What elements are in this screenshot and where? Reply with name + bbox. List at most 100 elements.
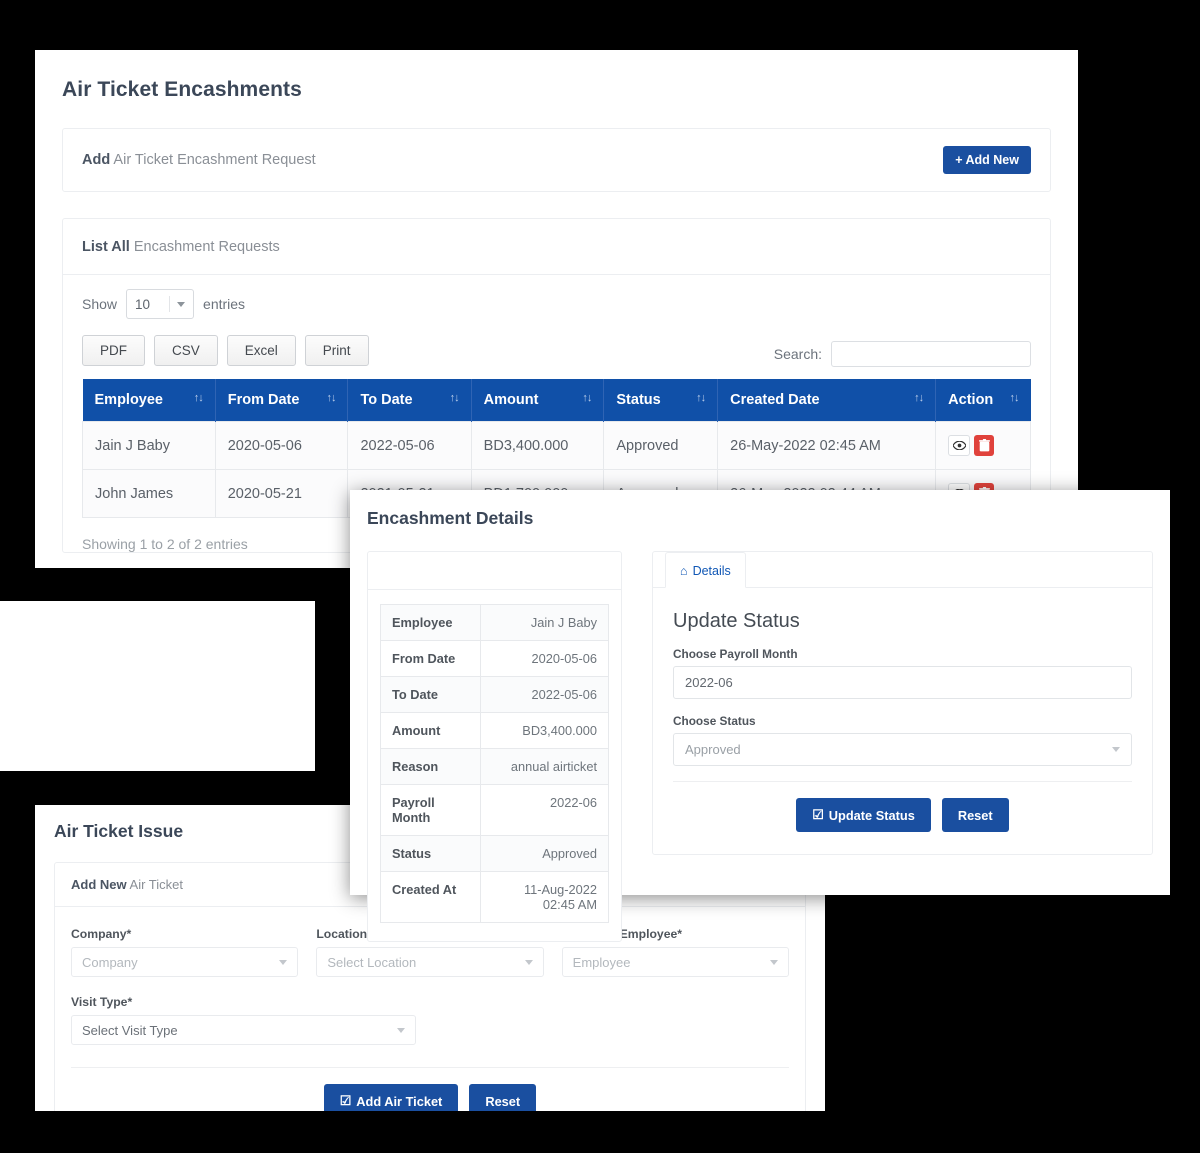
delete-icon[interactable] <box>974 435 995 456</box>
search-label: Search: <box>773 346 822 362</box>
encashment-details-modal: Encashment Details Employee Jain J Baby … <box>350 490 1170 942</box>
issue-label-rest: Air Ticket <box>129 877 183 892</box>
cell-to-date: 2022-05-06 <box>347 421 472 470</box>
col-created-date[interactable]: Created Date ↑↓ <box>717 379 937 422</box>
table-header-row: Employee ↑↓ From Date ↑↓ To Date ↑↓ Amount ↑… <box>82 379 1031 422</box>
update-status-button[interactable]: ☑ Update Status <box>796 798 931 832</box>
update-status-label: Update Status <box>828 807 915 823</box>
col-to-date[interactable]: To Date ↑↓ <box>347 379 472 422</box>
cell-from-date: 2020-05-21 <box>214 469 349 518</box>
add-new-button[interactable]: + Add New <box>943 146 1031 174</box>
field-company: Company* Company <box>71 927 299 977</box>
sort-icon: ↑↓ <box>449 392 460 404</box>
visit-type-select[interactable]: Select Visit Type <box>71 1015 416 1045</box>
kv-value: BD3,400.000 <box>480 712 609 749</box>
cell-employee: Jain J Baby <box>82 421 216 470</box>
kv-key: Amount <box>379 712 482 749</box>
cell-created-date: 26-May-2022 02:45 AM <box>717 421 937 470</box>
table-row: Amount BD3,400.000 <box>379 712 609 749</box>
chevron-down-icon <box>396 1027 405 1033</box>
kv-key: Created At <box>379 871 482 923</box>
company-select[interactable]: Company <box>71 947 299 977</box>
field-visit-type: Visit Type* Select Visit Type <box>71 995 416 1045</box>
cell-from-date: 2020-05-06 <box>214 421 349 470</box>
details-summary-header <box>368 552 621 590</box>
search-input[interactable] <box>831 341 1031 367</box>
cell-employee: John James <box>82 469 216 518</box>
page-title: Air Ticket Encashments <box>62 78 302 101</box>
table-head: Employee ↑↓ From Date ↑↓ To Date ↑↓ Amount ↑… <box>82 379 1031 422</box>
col-status[interactable]: Status ↑↓ <box>603 379 719 422</box>
kv-key: Reason <box>379 748 482 785</box>
sort-icon: ↑↓ <box>696 392 706 404</box>
add-label-bold: Add <box>82 152 111 168</box>
tab-details[interactable]: ⌂ Details <box>665 552 746 588</box>
cell-action <box>935 421 1031 470</box>
locations-select[interactable]: Select Location <box>316 947 544 977</box>
blank-white-block <box>0 601 315 771</box>
locations-value: Select Location <box>327 954 417 970</box>
kv-value: Jain J Baby <box>480 604 609 641</box>
occluder <box>0 0 1200 50</box>
update-status-form: Update Status Choose Payroll Month 2022-… <box>653 588 1152 854</box>
issue-label-bold: Add New <box>71 877 127 892</box>
page-length-select[interactable]: 10 <box>126 289 195 319</box>
visit-type-label: Visit Type* <box>71 995 133 1009</box>
details-title: Encashment Details <box>367 508 534 528</box>
export-pdf-button[interactable]: PDF <box>82 335 145 366</box>
kv-key: To Date <box>379 676 482 713</box>
col-employee[interactable]: Employee ↑↓ <box>82 379 216 422</box>
table-row: To Date 2022-05-06 <box>379 676 609 713</box>
col-action[interactable]: Action ↑↓ <box>935 379 1031 422</box>
table-row: From Date 2020-05-06 <box>379 640 609 677</box>
cell-status: Approved <box>603 421 719 470</box>
export-excel-button[interactable]: Excel <box>226 335 296 366</box>
occluder <box>0 771 35 1153</box>
details-tabbar: ⌂ Details <box>653 552 1152 588</box>
cell-amount: BD3,400.000 <box>470 421 605 470</box>
datatable-wrapper: Show 10 entries PDF CSV Excel Print Sear… <box>63 275 1050 518</box>
chevron-down-icon <box>524 959 533 965</box>
print-button[interactable]: Print <box>304 335 369 366</box>
details-key-value-table: Employee Jain J Baby From Date 2020-05-0… <box>379 604 609 923</box>
occluder <box>0 1111 870 1153</box>
sort-icon: ↑↓ <box>1009 392 1020 404</box>
details-form-card: ⌂ Details Update Status Choose Payroll M… <box>652 551 1153 855</box>
employee-select[interactable]: Employee <box>561 947 789 977</box>
list-label-rest: Encashment Requests <box>133 238 280 255</box>
table-row: Employee Jain J Baby <box>379 604 609 641</box>
details-reset-button[interactable]: Reset <box>941 798 1009 832</box>
sort-icon: ↑↓ <box>582 392 592 404</box>
kv-value: 2020-05-06 <box>480 640 609 677</box>
status-value: Approved <box>685 742 741 757</box>
update-status-actions: ☑ Update Status Reset <box>673 781 1132 832</box>
payroll-month-value: 2022-06 <box>685 675 733 690</box>
view-icon[interactable] <box>948 435 971 456</box>
details-summary-card: Employee Jain J Baby From Date 2020-05-0… <box>367 551 622 942</box>
chevron-down-icon <box>169 296 186 312</box>
table-row: Reason annual airticket <box>379 748 609 785</box>
details-summary-body: Employee Jain J Baby From Date 2020-05-0… <box>368 590 621 941</box>
kv-value: 2022-05-06 <box>480 676 609 713</box>
export-csv-button[interactable]: CSV <box>154 335 218 366</box>
screenshot-stage: Air Ticket Encashments Add Air Ticket En… <box>0 0 1200 1153</box>
kv-key: Status <box>379 835 482 872</box>
add-label-rest: Air Ticket Encashment Request <box>113 152 316 168</box>
kv-key: From Date <box>379 640 482 677</box>
status-label: Choose Status <box>673 714 756 728</box>
form-row-2: Visit Type* Select Visit Type <box>71 995 789 1045</box>
checkbox-icon: ☑ <box>339 1093 352 1108</box>
status-select[interactable]: Approved <box>673 733 1132 766</box>
payroll-month-input[interactable]: 2022-06 <box>673 666 1132 699</box>
chevron-down-icon <box>279 959 288 965</box>
col-from-date[interactable]: From Date ↑↓ <box>215 379 349 422</box>
export-button-group: PDF CSV Excel Print <box>82 335 369 366</box>
update-status-heading: Update Status <box>673 610 800 632</box>
sort-icon: ↑↓ <box>326 392 336 404</box>
col-amount[interactable]: Amount ↑↓ <box>471 379 605 422</box>
table-row: Payroll Month 2022-06 <box>379 784 609 836</box>
kv-key: Payroll Month <box>379 784 482 836</box>
table-row: Jain J Baby 2020-05-06 2022-05-06 BD3,40… <box>82 421 1031 470</box>
kv-value: Approved <box>480 835 609 872</box>
list-card-title: List All Encashment Requests <box>82 239 280 255</box>
